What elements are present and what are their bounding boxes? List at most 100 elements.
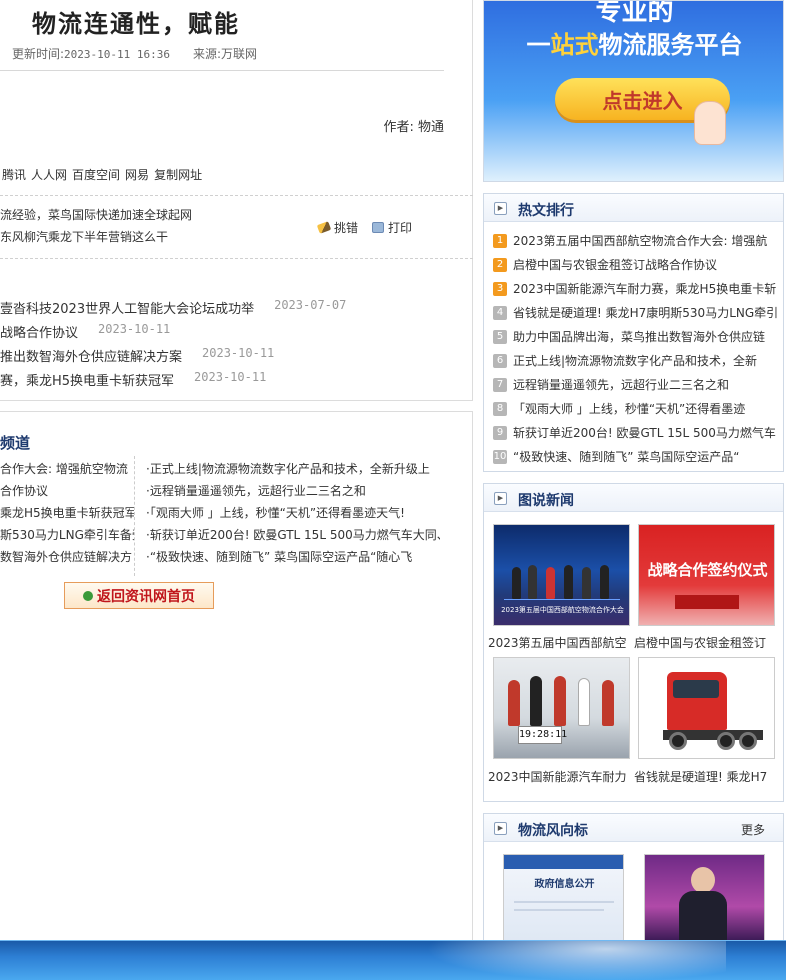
channel-right-item[interactable]: ·“极致快速、随到随飞” 菜鸟国际空运产品“随心飞 [146, 548, 440, 565]
hot-article-item[interactable]: 4 省钱就是硬道理! 乘龙H7康明斯530马力LNG牵引 [493, 304, 777, 321]
article-author: 作者: 物通 [383, 120, 444, 135]
related-article[interactable]: 战略合作协议 2023-10-11 [0, 322, 170, 341]
logistics-trends-header: ▶ 物流风向标 更多 [484, 814, 783, 842]
rank-badge: 9 [493, 425, 507, 440]
person-figure [578, 678, 590, 726]
news-photo[interactable]: 19:28:11 [493, 657, 630, 759]
more-link[interactable]: 更多 [741, 821, 765, 838]
taskbar-glow [426, 941, 726, 980]
banner-line2-highlight: 站式 [550, 31, 599, 59]
hot-article-title: 远程销量遥遥领先，远超行业二三名之和 [513, 378, 730, 392]
photo-news-panel: ▶ 图说新闻 2023第五届中国西部航空物流合作大会 2023第五届中国西部航空… [483, 483, 784, 802]
hot-article-item[interactable]: 3 2023中国新能源汽车耐力赛，乘龙H5换电重卡斩 [493, 280, 777, 297]
print-button[interactable]: 打印 [372, 219, 412, 236]
trend-photo[interactable]: 政府信息公开 [503, 854, 624, 942]
channel-left-item[interactable]: 斯530马力LNG牵引车备受 [0, 526, 134, 543]
channel-left-item[interactable]: 合作协议 [0, 482, 134, 499]
person-figure [512, 567, 521, 599]
channel-left-item[interactable]: 数智海外仓供应链解决方 [0, 548, 134, 565]
share-link-netease[interactable]: 网易 [125, 166, 149, 183]
banner-line2: 一站式物流服务平台 [484, 25, 783, 60]
logistics-trends-panel: ▶ 物流风向标 更多 政府信息公开 [483, 813, 784, 953]
hot-article-item[interactable]: 10 “极致快速、随到随飞” 菜鸟国际空运产品“ [493, 448, 777, 465]
truck-windshield [673, 680, 719, 698]
article-box: 物流连通性，赋能 更新时间:2023-10-11 16:36 来源:万联网 作者… [0, 0, 473, 401]
related-date: 2023-10-11 [194, 370, 267, 384]
share-link-tencent[interactable]: 腾讯 [2, 166, 26, 183]
hot-article-title: 斩获订单近200台! 欧曼GTL 15L 500马力燃气车 [513, 426, 776, 440]
person-figure [508, 680, 520, 726]
rank-badge: 6 [493, 353, 507, 368]
related-title: 战略合作协议 [0, 326, 79, 341]
hot-article-item[interactable]: 1 2023第五届中国西部航空物流合作大会: 增强航 [493, 232, 777, 249]
related-article[interactable]: 赛，乘龙H5换电重卡斩获冠军 2023-10-11 [0, 370, 266, 389]
news-photo-caption[interactable]: 启橙中国与农银金租签订 [634, 634, 774, 651]
update-time: 更新时间:2023-10-11 16:36 [12, 45, 170, 62]
hot-article-item[interactable]: 9 斩获订单近200台! 欧曼GTL 15L 500马力燃气车 [493, 424, 777, 441]
rank-badge: 3 [493, 281, 507, 296]
photo-news-title: 图说新闻 [518, 493, 574, 509]
banner-ad[interactable]: 专业的 一站式物流服务平台 点击进入 [483, 0, 784, 182]
prev-article-link[interactable]: 流经验，菜鸟国际快递加速全球起网 [0, 206, 192, 223]
update-value: 2023-10-11 16:36 [64, 48, 171, 61]
hot-article-item[interactable]: 8 「观雨大师 」上线，秒懂“天机”还得看墨迹 [493, 400, 777, 417]
text-line [514, 901, 614, 903]
hot-article-item[interactable]: 2 启橙中国与农银金租签订战略合作协议 [493, 256, 777, 273]
hot-article-title: 省钱就是硬道理! 乘龙H7康明斯530马力LNG牵引 [513, 306, 777, 320]
pencil-icon [316, 221, 332, 234]
news-photo-caption[interactable]: 2023第五届中国西部航空 [488, 634, 628, 651]
printer-icon [372, 222, 385, 233]
hot-article-title: 2023第五届中国西部航空物流合作大会: 增强航 [513, 234, 768, 248]
hot-article-title: 正式上线|物流源物流数字化产品和技术，全新 [513, 354, 758, 368]
related-title: 壹沓科技2023世界人工智能大会论坛成功举 [0, 302, 255, 317]
news-photo-caption[interactable]: 2023中国新能源汽车耐力 [488, 768, 628, 785]
channel-title: 频道 [0, 434, 31, 452]
related-date: 2023-10-11 [202, 346, 275, 360]
text-line [514, 909, 604, 911]
rank-badge: 2 [493, 257, 507, 272]
person-figure [554, 676, 566, 726]
related-article[interactable]: 壹沓科技2023世界人工智能大会论坛成功举 2023-07-07 [0, 298, 346, 317]
trend-photo[interactable] [644, 854, 765, 942]
related-date: 2023-07-07 [274, 298, 347, 312]
channel-left-item[interactable]: 合作大会: 增强航空物流 [0, 460, 134, 477]
speaker-head [691, 867, 715, 893]
share-link-renren[interactable]: 人人网 [31, 166, 67, 183]
hot-article-item[interactable]: 6 正式上线|物流源物流数字化产品和技术，全新 [493, 352, 777, 369]
photo-overlay-text: 政府信息公开 [534, 879, 595, 890]
report-error-button[interactable]: 挑错 [316, 219, 358, 236]
channel-right-item[interactable]: ·远程销量遥遥领先，远超行业二三名之和 [146, 482, 440, 499]
news-photo[interactable]: 战略合作签约仪式 [638, 524, 775, 626]
truck-wheel [669, 732, 687, 750]
hot-articles-header: ▶ 热文排行 [484, 194, 783, 222]
channel-right-item[interactable]: ·正式上线|物流源物流数字化产品和技术，全新升级上 [146, 460, 440, 477]
stage-edge [504, 599, 620, 600]
news-photo[interactable]: 2023第五届中国西部航空物流合作大会 [493, 524, 630, 626]
article-column: 物流连通性，赋能 更新时间:2023-10-11 16:36 来源:万联网 作者… [0, 0, 473, 940]
photo-overlay-text: 2023第五届中国西部航空物流合作大会 [501, 606, 624, 614]
copy-url-link[interactable]: 复制网址 [154, 166, 202, 183]
hot-article-item[interactable]: 7 远程销量遥遥领先，远超行业二三名之和 [493, 376, 777, 393]
news-photo-caption[interactable]: 省钱就是硬道理! 乘龙H7 [634, 768, 774, 785]
share-link-baidu[interactable]: 百度空间 [72, 166, 120, 183]
divider [0, 258, 473, 259]
related-article[interactable]: 推出数智海外仓供应链解决方案 2023-10-11 [0, 346, 274, 365]
back-arrow-icon [83, 590, 93, 601]
person-figure [582, 567, 591, 599]
channel-right-item[interactable]: ·「观雨大师 」上线，秒懂“天机”还得看墨迹天气! [146, 504, 440, 521]
channel-right-item[interactable]: ·斩获订单近200台! 欧曼GTL 15L 500马力燃气车大同、 [146, 526, 440, 543]
banner-line1: 专业的 [595, 0, 674, 27]
expand-icon: ▶ [494, 492, 507, 505]
truck-wheel [739, 732, 757, 750]
person-figure [528, 565, 537, 599]
source-value[interactable]: 万联网 [221, 47, 257, 61]
hot-article-item[interactable]: 5 助力中国品牌出海，菜鸟推出数智海外仓供应链 [493, 328, 777, 345]
hot-articles-title: 热文排行 [518, 203, 574, 219]
pointing-hand-icon [694, 101, 726, 145]
next-article-link[interactable]: 东风柳汽乘龙下半年营销这么干 [0, 228, 168, 245]
truck-wheel [717, 732, 735, 750]
rank-badge: 8 [493, 401, 507, 416]
back-to-home-button[interactable]: 返回资讯网首页 [64, 582, 214, 609]
channel-left-item[interactable]: 乘龙H5换电重卡斩获冠军 [0, 504, 134, 521]
news-photo[interactable] [638, 657, 775, 759]
